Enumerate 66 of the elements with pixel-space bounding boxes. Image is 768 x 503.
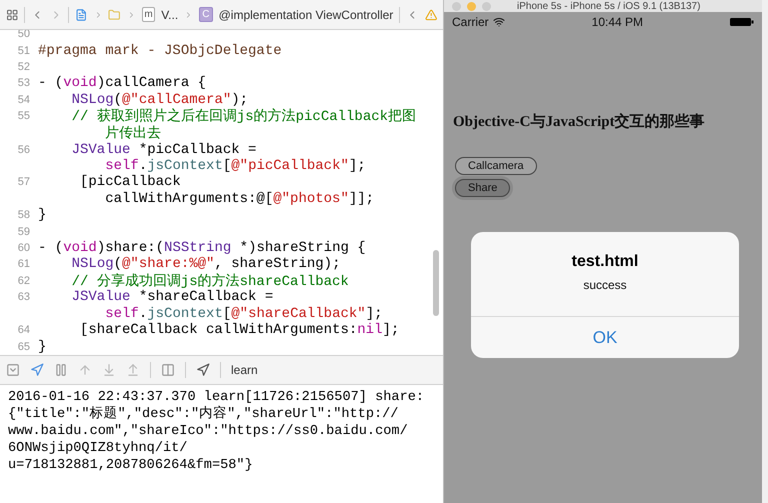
console-line: {"title":"标题","desc":"内容","shareUrl":"http://	[8, 406, 400, 423]
carrier-label: Carrier	[452, 15, 489, 29]
view-debugger-icon[interactable]	[161, 363, 175, 377]
web-button[interactable]: Share	[455, 179, 510, 197]
debug-target[interactable]: learn	[231, 363, 258, 377]
line-number: 61	[16, 258, 31, 270]
code-line: self.jsContext[@"picCallback"];	[104, 158, 366, 174]
class-icon: C	[199, 7, 213, 22]
code-line: }	[38, 207, 46, 224]
file-icon: m	[142, 7, 156, 22]
alert-title: test.html	[572, 253, 638, 271]
console-line: 2016-01-16 22:43:37.370 learn[11726:2156507] share:	[8, 389, 426, 406]
console-line: 6ONWsjip0QIZ8tyhnq/it/	[8, 440, 188, 457]
line-number: 63	[16, 291, 31, 304]
page-heading: Objective-C与JavaScript交互的那些事	[453, 112, 706, 131]
line-number: 64	[16, 324, 31, 336]
step-out-icon[interactable]	[126, 363, 140, 377]
line-number: 57	[16, 176, 31, 188]
code-line: 片传出去	[104, 124, 162, 142]
line-number: 62	[16, 274, 31, 287]
code-line: self.jsContext[@"shareCallback"];	[104, 306, 382, 322]
window-title: iPhone 5s - iPhone 5s / iOS 9.1 (13B137)	[517, 0, 700, 12]
hide-panel-icon[interactable]	[6, 363, 20, 377]
console-line: u=718132881,2087806264&fm=58"}	[8, 457, 254, 474]
scrollbar[interactable]	[433, 250, 439, 316]
warning-icon[interactable]	[424, 8, 438, 22]
code-line: NSLog(@"callCamera");	[70, 92, 248, 108]
code-line: // 分享成功回调js的方法shareCallback	[70, 272, 349, 290]
line-number: 65	[16, 340, 31, 353]
code-line: }	[38, 338, 46, 355]
line-number: 58	[16, 209, 31, 222]
code-line: - (void)callCamera {	[38, 75, 206, 92]
line-number: 51	[16, 44, 31, 57]
step-in-icon[interactable]	[102, 363, 116, 377]
line-number: 60	[16, 242, 31, 254]
status-time: 10:44 PM	[592, 15, 644, 29]
code-line: [picCallback	[79, 174, 181, 190]
ok-button[interactable]: OK	[471, 316, 739, 358]
close-icon[interactable]	[452, 2, 461, 10]
console-line: www.baidu.com","shareIco":"https://ss0.baidu.com/	[8, 423, 409, 440]
grid-icon[interactable]	[6, 8, 18, 22]
code-line: // 获取到照片之后在回调js的方法picCallback把图	[70, 107, 416, 126]
location-icon[interactable]	[196, 363, 210, 377]
line-number: 52	[16, 61, 31, 74]
breadcrumb-symbol[interactable]: @implementation ViewController	[218, 8, 394, 22]
minimize-icon[interactable]	[467, 2, 476, 10]
web-button[interactable]: Callcamera	[455, 157, 537, 175]
line-number: 56	[16, 144, 31, 156]
code-line: callWithArguments:@[@"photos"]];	[104, 190, 374, 207]
code-line: NSLog(@"share:%@", shareString);	[70, 256, 340, 272]
line-number: 53	[16, 77, 31, 90]
document-icon[interactable]	[75, 8, 88, 22]
battery-icon	[730, 17, 754, 27]
folder-icon[interactable]	[108, 8, 121, 22]
line-number: 59	[16, 226, 31, 238]
code-line: JSValue *shareCallback =	[70, 289, 274, 306]
code-line: [shareCallback callWithArguments:nil];	[79, 322, 400, 338]
zoom-icon[interactable]	[482, 2, 491, 10]
code-line: - (void)share:(NSString *)shareString {	[38, 240, 366, 256]
line-number: 54	[16, 94, 31, 106]
alert-message: success	[583, 278, 627, 292]
breadcrumb-file[interactable]: V...	[161, 8, 178, 22]
pause-icon[interactable]	[54, 363, 68, 377]
code-line: #pragma mark - JSObjcDelegate	[38, 42, 282, 59]
line-number: 55	[16, 110, 31, 122]
code-line: JSValue *picCallback =	[70, 142, 256, 158]
